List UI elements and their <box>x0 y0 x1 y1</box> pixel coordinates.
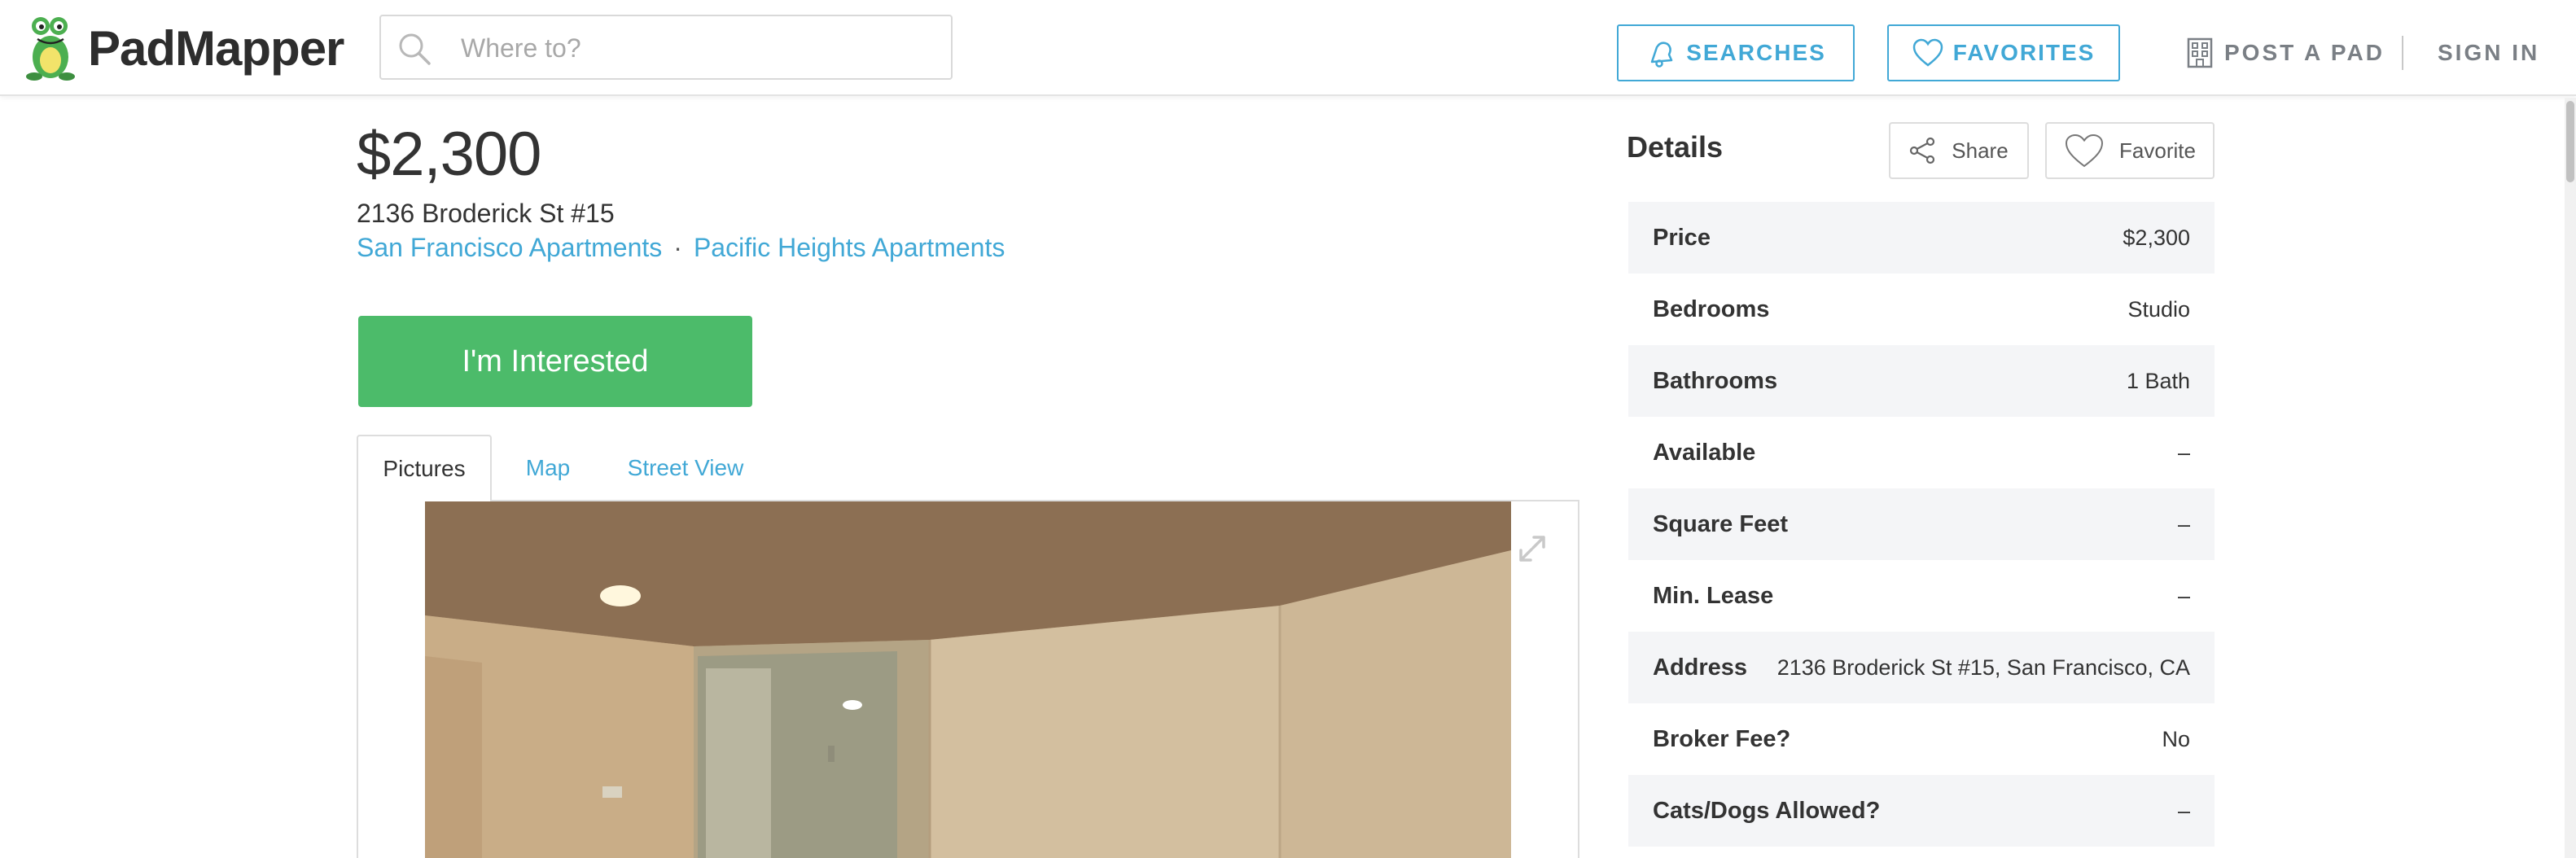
detail-label: Square Feet <box>1653 510 1788 537</box>
heart-outline-icon <box>2066 134 2104 168</box>
padmapper-logo[interactable]: PadMapper <box>23 15 344 81</box>
detail-value: 2136 Broderick St #15, San Francisco, CA <box>1776 654 2190 680</box>
header-divider <box>2402 36 2403 70</box>
breadcrumb-separator: · <box>673 233 682 262</box>
detail-value: – <box>2177 511 2190 536</box>
logo-wordmark: PadMapper <box>88 20 344 76</box>
tab-pictures[interactable]: Pictures <box>357 435 492 501</box>
bell-icon <box>1650 42 1673 68</box>
tab-map[interactable]: Map <box>503 435 593 501</box>
detail-value: No <box>2162 726 2190 751</box>
im-interested-button[interactable]: I'm Interested <box>358 316 752 407</box>
media-tabs: Pictures Map Street View <box>357 435 1579 501</box>
sign-in-link[interactable]: SIGN IN <box>2438 24 2539 81</box>
scrollbar-thumb[interactable] <box>2566 101 2574 182</box>
favorites-button[interactable]: FAVORITES <box>1887 24 2120 81</box>
detail-value: $2,300 <box>2123 225 2190 250</box>
detail-label: Bedrooms <box>1653 295 1770 322</box>
search-box <box>379 15 953 80</box>
listing-address: 2136 Broderick St #15 <box>357 199 615 228</box>
details-row-broker-fee: Broker Fee? No <box>1628 703 2215 775</box>
detail-value: 1 Bath <box>2126 368 2190 393</box>
building-icon <box>2187 37 2213 68</box>
details-heading: Details <box>1627 130 1724 164</box>
breadcrumb-neighborhood-link[interactable]: Pacific Heights Apartments <box>694 233 1005 263</box>
heart-icon <box>1912 38 1943 67</box>
share-button[interactable]: Share <box>1889 122 2029 179</box>
detail-label: Available <box>1653 439 1756 466</box>
post-a-pad-label: POST A PAD <box>2224 40 2385 65</box>
detail-label: Bathrooms <box>1653 367 1778 394</box>
details-row-min-lease: Min. Lease – <box>1628 560 2215 632</box>
details-row-bedrooms: Bedrooms Studio <box>1628 274 2215 345</box>
tab-street-view[interactable]: Street View <box>604 435 767 501</box>
expand-icon[interactable] <box>1516 532 1549 565</box>
top-navbar: PadMapper SEARCHES FAVORITES POST A PA <box>0 0 2576 96</box>
detail-value: – <box>2177 583 2190 608</box>
page-scrollbar[interactable] <box>2565 98 2576 858</box>
details-row-bathrooms: Bathrooms 1 Bath <box>1628 345 2215 417</box>
breadcrumb: San Francisco Apartments · Pacific Heigh… <box>357 233 1005 263</box>
post-a-pad-link[interactable]: POST A PAD <box>2185 24 2385 81</box>
details-row-square-feet: Square Feet – <box>1628 488 2215 560</box>
breadcrumb-city-link[interactable]: San Francisco Apartments <box>357 233 662 263</box>
searches-label: SEARCHES <box>1686 40 1826 65</box>
detail-value: Studio <box>2127 296 2190 322</box>
details-row-price: Price $2,300 <box>1628 202 2215 274</box>
favorite-label: Favorite <box>2119 138 2196 163</box>
detail-label: Broker Fee? <box>1653 725 1791 752</box>
share-icon <box>1910 137 1935 164</box>
details-row-available: Available – <box>1628 417 2215 488</box>
search-input[interactable] <box>461 28 933 68</box>
sign-in-label: SIGN IN <box>2438 40 2540 65</box>
favorites-label: FAVORITES <box>1952 40 2096 65</box>
listing-photo[interactable] <box>425 501 1511 858</box>
searches-button[interactable]: SEARCHES <box>1617 24 1855 81</box>
detail-label: Address <box>1653 654 1748 681</box>
detail-label: Cats/Dogs Allowed? <box>1653 797 1881 824</box>
listing-price: $2,300 <box>357 120 541 189</box>
search-icon <box>399 33 431 65</box>
detail-label: Min. Lease <box>1653 582 1774 609</box>
details-row-pets: Cats/Dogs Allowed? – <box>1628 775 2215 847</box>
frog-logo-icon <box>26 17 75 81</box>
room-interior-image <box>425 501 1511 858</box>
detail-value: – <box>2177 798 2190 823</box>
details-table: Price $2,300 Bedrooms Studio Bathrooms 1… <box>1628 202 2215 847</box>
detail-value: – <box>2177 440 2190 465</box>
detail-label: Price <box>1653 224 1711 251</box>
share-label: Share <box>1952 138 2009 163</box>
favorite-button[interactable]: Favorite <box>2045 122 2215 179</box>
details-row-address: Address 2136 Broderick St #15, San Franc… <box>1628 632 2215 703</box>
